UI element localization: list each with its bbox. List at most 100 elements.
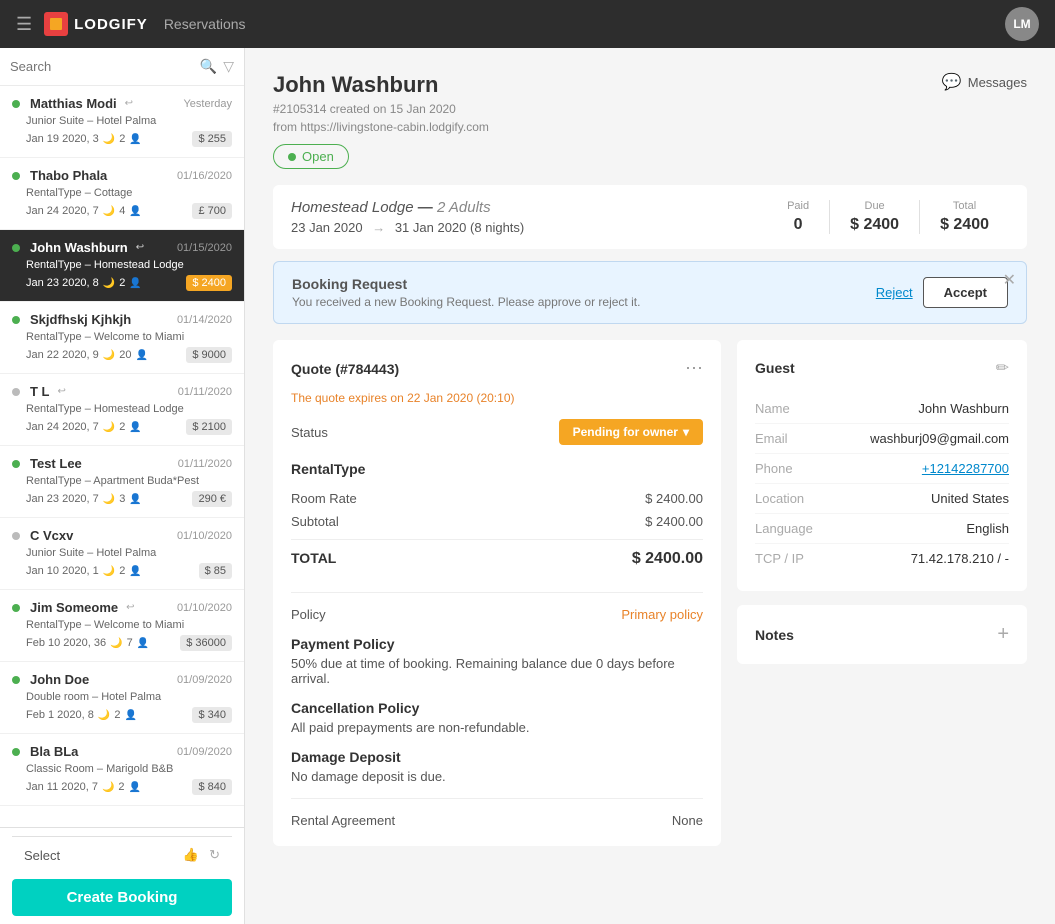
phone-value[interactable]: +12142287700: [922, 461, 1009, 476]
list-item[interactable]: Test Lee 01/11/2020 RentalType – Apartme…: [0, 446, 244, 518]
list-item[interactable]: Matthias Modi ↩ Yesterday Junior Suite –…: [0, 86, 244, 158]
banner-close-icon[interactable]: ✕: [1003, 270, 1016, 290]
pending-status-button[interactable]: Pending for owner ▾: [559, 419, 703, 445]
messages-icon: 💬: [942, 72, 962, 92]
paid-label: Paid: [787, 200, 809, 212]
divider-2: [291, 798, 703, 799]
item-sub: Classic Room – Marigold B&B: [12, 763, 232, 775]
logo-icon: [44, 12, 68, 36]
quote-title: Quote (#784443): [291, 361, 399, 377]
dropdown-arrow-icon: ▾: [683, 425, 689, 439]
list-item[interactable]: Skjdfhskj Kjhkjh 01/14/2020 RentalType –…: [0, 302, 244, 374]
refresh-icon[interactable]: ↻: [209, 847, 220, 863]
list-item[interactable]: Bla BLa 01/09/2020 Classic Room – Marigo…: [0, 734, 244, 806]
status-text: Open: [302, 149, 334, 164]
guest-edit-icon[interactable]: ✏: [996, 358, 1009, 378]
location-field-label: Location: [755, 491, 804, 506]
item-dates: Jan 22 2020, 9 🌙 20 👤: [26, 349, 148, 361]
total-value: $ 2400: [940, 216, 989, 234]
search-input[interactable]: [10, 59, 194, 74]
list-item[interactable]: Jim Someome ↩ 01/10/2020 RentalType – We…: [0, 590, 244, 662]
notes-header: Notes +: [755, 623, 1009, 646]
status-dot: [12, 460, 20, 468]
reservations-list: Matthias Modi ↩ Yesterday Junior Suite –…: [0, 86, 244, 827]
sidebar-action-icons: 👍 ↻: [183, 847, 220, 863]
property-row: Homestead Lodge — 2 Adults 23 Jan 2020 →…: [273, 185, 1027, 249]
quote-expires: The quote expires on 22 Jan 2020 (20:10): [291, 391, 703, 405]
item-dates: Jan 23 2020, 7 🌙 3 👤: [26, 493, 142, 505]
booking-meta: #2105314 created on 15 Jan 2020: [273, 102, 489, 116]
item-dates: Jan 10 2020, 1 🌙 2 👤: [26, 565, 142, 577]
phone-field-label: Phone: [755, 461, 793, 476]
status-dot: [12, 100, 20, 108]
item-sub: RentalType – Homestead Lodge: [12, 259, 232, 271]
messages-button[interactable]: 💬 Messages: [942, 72, 1027, 92]
guest-card-header: Guest ✏: [755, 358, 1009, 378]
divider: [291, 592, 703, 593]
list-item[interactable]: T L ↩ 01/11/2020 RentalType – Homestead …: [0, 374, 244, 446]
item-badge: $ 840: [192, 779, 232, 795]
notes-add-icon[interactable]: +: [997, 623, 1009, 646]
main-content: John Washburn #2105314 created on 15 Jan…: [245, 48, 1055, 924]
checkin-date: 23 Jan 2020: [291, 220, 363, 235]
quote-menu-icon[interactable]: ⋯: [685, 358, 703, 379]
subtotal-row: Subtotal $ 2400.00: [291, 510, 703, 533]
item-name: C Vcxv: [30, 528, 73, 543]
banner-sub: You received a new Booking Request. Plea…: [292, 295, 640, 309]
damage-deposit-text: No damage deposit is due.: [291, 769, 703, 784]
list-item[interactable]: John Washburn ↩ 01/15/2020 RentalType – …: [0, 230, 244, 302]
reject-button[interactable]: Reject: [876, 285, 913, 300]
item-date: 01/10/2020: [177, 530, 232, 542]
status-badge[interactable]: Open: [273, 144, 349, 169]
banner-text: Booking Request You received a new Booki…: [292, 276, 640, 309]
item-name: T L: [30, 384, 50, 399]
list-item[interactable]: Thabo Phala 01/16/2020 RentalType – Cott…: [0, 158, 244, 230]
status-row-label: Status: [291, 425, 328, 440]
item-dates: Feb 1 2020, 8 🌙 2 👤: [26, 709, 137, 721]
item-date: 01/09/2020: [177, 674, 232, 686]
room-rate-label: Room Rate: [291, 491, 357, 506]
status-dot: [288, 153, 296, 161]
item-badge: $ 36000: [180, 635, 232, 651]
list-item[interactable]: John Doe 01/09/2020 Double room – Hotel …: [0, 662, 244, 734]
banner-actions: Reject Accept: [876, 277, 1008, 308]
item-badge: 290 €: [192, 491, 232, 507]
status-dot: [12, 748, 20, 756]
total-label: Total: [940, 200, 989, 212]
booking-header: John Washburn #2105314 created on 15 Jan…: [273, 72, 1027, 169]
property-info: Homestead Lodge — 2 Adults 23 Jan 2020 →…: [291, 199, 524, 235]
tcp-value: 71.42.178.210 / -: [911, 551, 1009, 566]
like-icon[interactable]: 👍: [183, 847, 199, 863]
hamburger-icon[interactable]: ☰: [16, 14, 32, 35]
rental-agreement-row: Rental Agreement None: [291, 813, 703, 828]
rental-type-title: RentalType: [291, 461, 703, 477]
pending-status-text: Pending for owner: [573, 425, 678, 439]
guest-phone-row: Phone +12142287700: [755, 454, 1009, 484]
logo-text: LODGIFY: [74, 16, 148, 33]
damage-deposit-title: Damage Deposit: [291, 749, 703, 765]
email-field-label: Email: [755, 431, 788, 446]
total-row-value: $ 2400.00: [632, 550, 703, 568]
payment-policy-section: Payment Policy 50% due at time of bookin…: [291, 636, 703, 686]
main-layout: 🔍 ▽ Matthias Modi ↩ Yesterday Junior Sui…: [0, 48, 1055, 924]
email-value: washburj09@gmail.com: [870, 431, 1009, 446]
user-avatar[interactable]: LM: [1005, 7, 1039, 41]
filter-icon[interactable]: ▽: [223, 58, 234, 75]
item-name: Test Lee: [30, 456, 82, 471]
search-bar: 🔍 ▽: [0, 48, 244, 86]
item-sub: Double room – Hotel Palma: [12, 691, 232, 703]
item-name: Skjdfhskj Kjhkjh: [30, 312, 131, 327]
item-dates: Jan 23 2020, 8 🌙 2 👤: [26, 277, 142, 289]
due-label: Due: [850, 200, 899, 212]
create-booking-button[interactable]: Create Booking: [12, 879, 232, 916]
item-sub: RentalType – Homestead Lodge: [12, 403, 232, 415]
item-badge: $ 2400: [186, 275, 232, 291]
due-value: $ 2400: [850, 216, 899, 234]
item-date: 01/14/2020: [177, 314, 232, 326]
subtotal-label: Subtotal: [291, 514, 339, 529]
accept-button[interactable]: Accept: [923, 277, 1008, 308]
policy-value[interactable]: Primary policy: [621, 607, 703, 622]
list-item[interactable]: C Vcxv 01/10/2020 Junior Suite – Hotel P…: [0, 518, 244, 590]
guest-language-row: Language English: [755, 514, 1009, 544]
item-badge: $ 255: [192, 131, 232, 147]
